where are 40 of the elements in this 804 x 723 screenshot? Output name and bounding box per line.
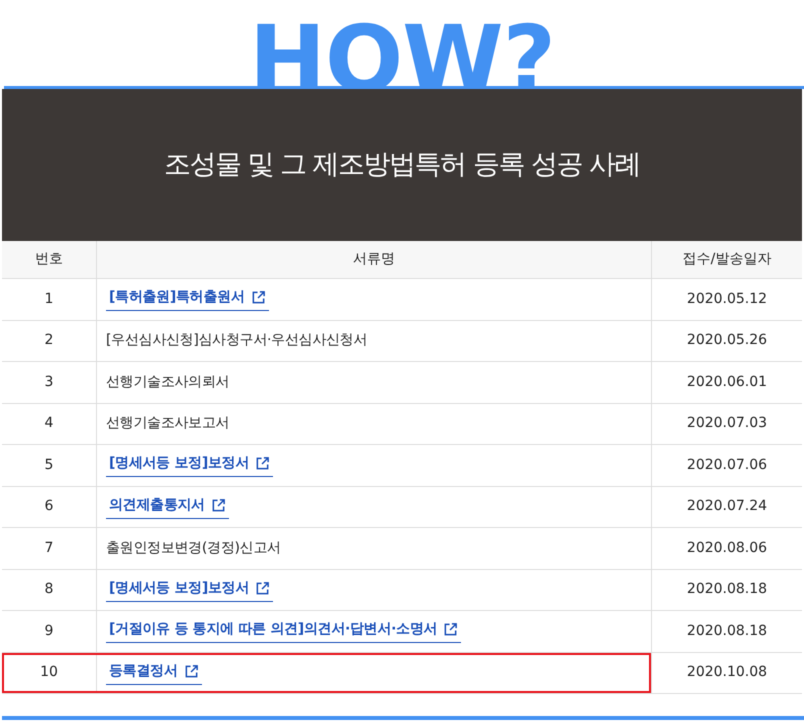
row-number: 2 <box>44 331 54 350</box>
row-number: 1 <box>44 290 54 309</box>
date-cell-text: 2020.07.24 <box>686 497 768 516</box>
document-link[interactable]: 등록결정서 <box>106 660 202 685</box>
document-link[interactable]: [명세서등 보정]보정서 <box>106 453 274 478</box>
external-link-icon <box>250 290 266 306</box>
date-cell-text: 2020.08.18 <box>686 580 768 600</box>
document-link[interactable]: [특허출원]특허출원서 <box>106 287 268 312</box>
row-number: 4 <box>44 414 54 434</box>
row-number: 9 <box>44 622 54 641</box>
external-link-icon <box>184 664 199 679</box>
document-name: 출원인정보변경(경정)신고서 <box>106 538 281 558</box>
row-number: 5 <box>44 456 54 475</box>
document-link[interactable]: [명세서등 보정]보정서 <box>106 578 274 602</box>
date-cell-text: 2020.05.12 <box>686 290 768 309</box>
external-link-icon <box>210 498 226 513</box>
document-name: 선행기술조사의뢰서 <box>106 372 230 392</box>
date-cell-text: 2020.07.03 <box>686 414 768 434</box>
document-link[interactable]: 의견제출통지서 <box>106 494 229 519</box>
banner-title: 조성물 및 그 제조방법특허 등록 성공 사례 <box>164 148 640 182</box>
external-link-icon <box>443 622 458 638</box>
external-link-icon <box>255 580 270 596</box>
document-name: [우선심사신청]심사청구서·우선심사신청서 <box>106 331 368 350</box>
external-link-icon <box>255 456 270 472</box>
date-cell-text: 2020.08.18 <box>686 622 768 641</box>
date-cell-text: 2020.08.06 <box>686 538 768 558</box>
row-number: 3 <box>44 372 54 392</box>
column-header: 번호 <box>35 250 63 269</box>
row-number: 8 <box>44 580 54 600</box>
date-cell-text: 2020.06.01 <box>686 372 768 392</box>
date-cell-text: 2020.05.26 <box>686 331 768 350</box>
row-number: 7 <box>44 538 54 558</box>
date-cell-text: 2020.10.08 <box>686 663 768 682</box>
document-link[interactable]: [거절이유 등 통지에 따른 의견]의견서·답변서·소명서 <box>106 619 462 644</box>
column-header: 접수/발송일자 <box>682 250 772 269</box>
row-number: 6 <box>44 497 54 516</box>
column-header: 서류명 <box>353 250 395 269</box>
date-cell-text: 2020.07.06 <box>686 456 768 475</box>
row-number: 10 <box>40 663 58 682</box>
document-name: 선행기술조사보고서 <box>106 414 230 434</box>
